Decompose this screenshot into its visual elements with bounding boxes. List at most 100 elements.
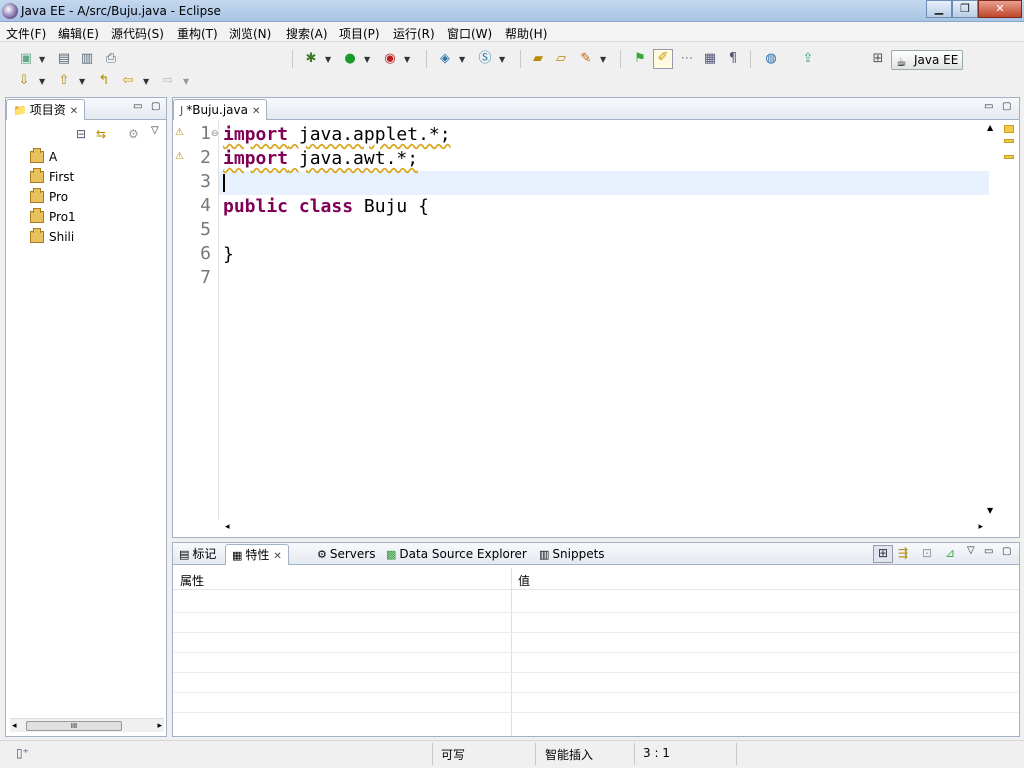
save-icon[interactable]: ▤ bbox=[56, 51, 72, 67]
scrollbar-thumb[interactable]: III bbox=[26, 721, 122, 731]
maximize-button[interactable]: ❐ bbox=[952, 0, 978, 18]
chevron-down-icon[interactable]: ▼ bbox=[183, 77, 189, 86]
last-edit-location-icon[interactable]: ↰ bbox=[96, 73, 112, 89]
tab-data-source-explorer[interactable]: ▩ Data Source Explorer bbox=[380, 544, 533, 565]
view-menu-icon[interactable]: ▽ bbox=[967, 545, 975, 556]
show-whitespace-icon[interactable]: ¶ bbox=[725, 51, 741, 67]
previous-annotation-icon[interactable]: ⇧ bbox=[56, 73, 72, 89]
show-advanced-icon[interactable]: ⇶ bbox=[898, 546, 908, 560]
horizontal-scrollbar[interactable]: ◂ III ▸ bbox=[10, 718, 164, 732]
menu-search[interactable]: 搜索(A) bbox=[286, 25, 328, 42]
project-a[interactable]: A bbox=[30, 148, 57, 166]
pin-icon[interactable]: ⊿ bbox=[945, 546, 955, 560]
editor-vertical-scrollbar[interactable]: ▲ ▼ bbox=[985, 121, 997, 517]
fold-minus-icon[interactable]: ⊖ bbox=[211, 129, 219, 139]
close-icon[interactable]: ✕ bbox=[273, 551, 281, 562]
view-menu-icon[interactable]: ▽ bbox=[151, 125, 159, 136]
maximize-view-icon[interactable]: ▢ bbox=[1002, 101, 1011, 112]
external-tools-icon[interactable]: ◉ bbox=[382, 51, 398, 67]
menu-run[interactable]: 运行(R) bbox=[393, 25, 435, 42]
scroll-left-icon[interactable]: ◂ bbox=[12, 719, 17, 733]
mark-occurrences-icon[interactable]: ✐ bbox=[653, 49, 673, 69]
chevron-down-icon[interactable]: ▼ bbox=[39, 77, 45, 86]
chevron-down-icon[interactable]: ▼ bbox=[39, 55, 45, 64]
open-type-icon[interactable]: ▰ bbox=[530, 51, 546, 67]
menu-edit[interactable]: 编辑(E) bbox=[58, 25, 99, 42]
chevron-down-icon[interactable]: ▼ bbox=[325, 55, 331, 64]
tab-snippets[interactable]: ▥ Snippets bbox=[533, 544, 611, 565]
tab-markers[interactable]: ▤ 标记 bbox=[173, 544, 222, 565]
menu-refactor[interactable]: 重构(T) bbox=[177, 25, 218, 42]
minimize-view-icon[interactable]: ▭ bbox=[133, 101, 142, 112]
open-folder-icon[interactable]: ▱ bbox=[553, 51, 569, 67]
run-icon[interactable]: ● bbox=[342, 51, 358, 67]
chevron-down-icon[interactable]: ▼ bbox=[459, 55, 465, 64]
chevron-down-icon[interactable]: ▼ bbox=[143, 77, 149, 86]
project-shili[interactable]: Shili bbox=[30, 228, 74, 246]
filter-icon[interactable]: ⊡ bbox=[922, 546, 932, 560]
scroll-left-icon[interactable]: ◂ bbox=[225, 522, 230, 532]
column-header-value[interactable]: 值 bbox=[518, 572, 530, 589]
menu-file[interactable]: 文件(F) bbox=[6, 25, 46, 42]
tab-project-explorer[interactable]: 📁 项目资 ✕ bbox=[6, 99, 86, 120]
scroll-up-icon[interactable]: ▲ bbox=[987, 123, 993, 132]
project-first[interactable]: First bbox=[30, 168, 74, 186]
minimize-view-icon[interactable]: ▭ bbox=[984, 101, 993, 112]
web-browser-icon[interactable]: ◍ bbox=[763, 51, 779, 67]
chevron-down-icon[interactable]: ▼ bbox=[364, 55, 370, 64]
minimize-view-icon[interactable]: ▭ bbox=[984, 546, 993, 557]
open-perspective-icon[interactable]: ⊞ bbox=[870, 51, 886, 67]
block-selection-icon[interactable]: ⋯ bbox=[679, 51, 695, 67]
scroll-right-icon[interactable]: ▸ bbox=[157, 719, 162, 733]
chevron-down-icon[interactable]: ▼ bbox=[600, 55, 606, 64]
chevron-down-icon[interactable]: ▼ bbox=[499, 55, 505, 64]
chevron-down-icon[interactable]: ▼ bbox=[404, 55, 410, 64]
tab-servers[interactable]: ⚙ Servers bbox=[311, 544, 381, 565]
scroll-right-icon[interactable]: ▸ bbox=[978, 522, 983, 532]
forward-icon[interactable]: ⇨ bbox=[160, 73, 176, 89]
menu-source[interactable]: 源代码(S) bbox=[111, 25, 164, 42]
menu-project[interactable]: 项目(P) bbox=[339, 25, 380, 42]
close-icon[interactable]: ✕ bbox=[70, 106, 78, 117]
close-button[interactable]: ✕ bbox=[978, 0, 1022, 18]
code-line[interactable]: import java.applet.*; bbox=[223, 123, 451, 147]
deploy-icon[interactable]: ⇪ bbox=[800, 51, 816, 67]
project-pro1[interactable]: Pro1 bbox=[30, 208, 76, 226]
new-class-icon[interactable]: Ⓢ bbox=[477, 51, 493, 67]
back-icon[interactable]: ⇦ bbox=[120, 73, 136, 89]
maximize-view-icon[interactable]: ▢ bbox=[151, 101, 160, 112]
word-wrap-icon[interactable]: ▦ bbox=[702, 51, 718, 67]
code-line[interactable]: import java.awt.*; bbox=[223, 147, 418, 171]
show-categories-icon[interactable]: ⊞ bbox=[873, 545, 893, 563]
overview-warning-mark[interactable] bbox=[1004, 139, 1014, 143]
maximize-view-icon[interactable]: ▢ bbox=[1002, 546, 1011, 557]
toggle-breadcrumb-icon[interactable]: ⚑ bbox=[632, 51, 648, 67]
new-server-icon[interactable]: ◈ bbox=[437, 51, 453, 67]
fast-view-icon[interactable]: ▯⁺ bbox=[16, 746, 29, 760]
search-icon[interactable]: ✎ bbox=[578, 51, 594, 67]
menu-navigate[interactable]: 浏览(N) bbox=[229, 25, 271, 42]
filter-icon[interactable]: ⚙ bbox=[128, 127, 139, 141]
editor-horizontal-scrollbar[interactable]: ◂ ▸ bbox=[219, 520, 989, 536]
next-annotation-icon[interactable]: ⇩ bbox=[16, 73, 32, 89]
close-icon[interactable]: ✕ bbox=[252, 106, 260, 117]
save-all-icon[interactable]: ▥ bbox=[79, 51, 95, 67]
menu-help[interactable]: 帮助(H) bbox=[505, 25, 547, 42]
minimize-button[interactable]: ▁ bbox=[926, 0, 952, 18]
new-icon[interactable]: ▣ bbox=[18, 51, 34, 67]
scroll-down-icon[interactable]: ▼ bbox=[987, 506, 993, 515]
debug-icon[interactable]: ✱ bbox=[303, 51, 319, 67]
chevron-down-icon[interactable]: ▼ bbox=[79, 77, 85, 86]
link-with-editor-icon[interactable]: ⇆ bbox=[96, 127, 106, 141]
project-pro[interactable]: Pro bbox=[30, 188, 68, 206]
overview-warning-mark[interactable] bbox=[1004, 155, 1014, 159]
overview-ruler[interactable] bbox=[1001, 121, 1017, 519]
code-line[interactable]: } bbox=[223, 243, 234, 267]
overview-warning-mark[interactable] bbox=[1004, 125, 1014, 133]
code-line[interactable]: public class Buju { bbox=[223, 195, 429, 219]
collapse-all-icon[interactable]: ⊟ bbox=[76, 127, 86, 141]
perspective-java-ee[interactable]: ☕ Java EE bbox=[891, 50, 963, 70]
column-header-property[interactable]: 属性 bbox=[180, 572, 204, 589]
tab-properties[interactable]: ▦ 特性 ✕ bbox=[225, 544, 289, 565]
print-icon[interactable]: ⎙ bbox=[103, 51, 119, 67]
